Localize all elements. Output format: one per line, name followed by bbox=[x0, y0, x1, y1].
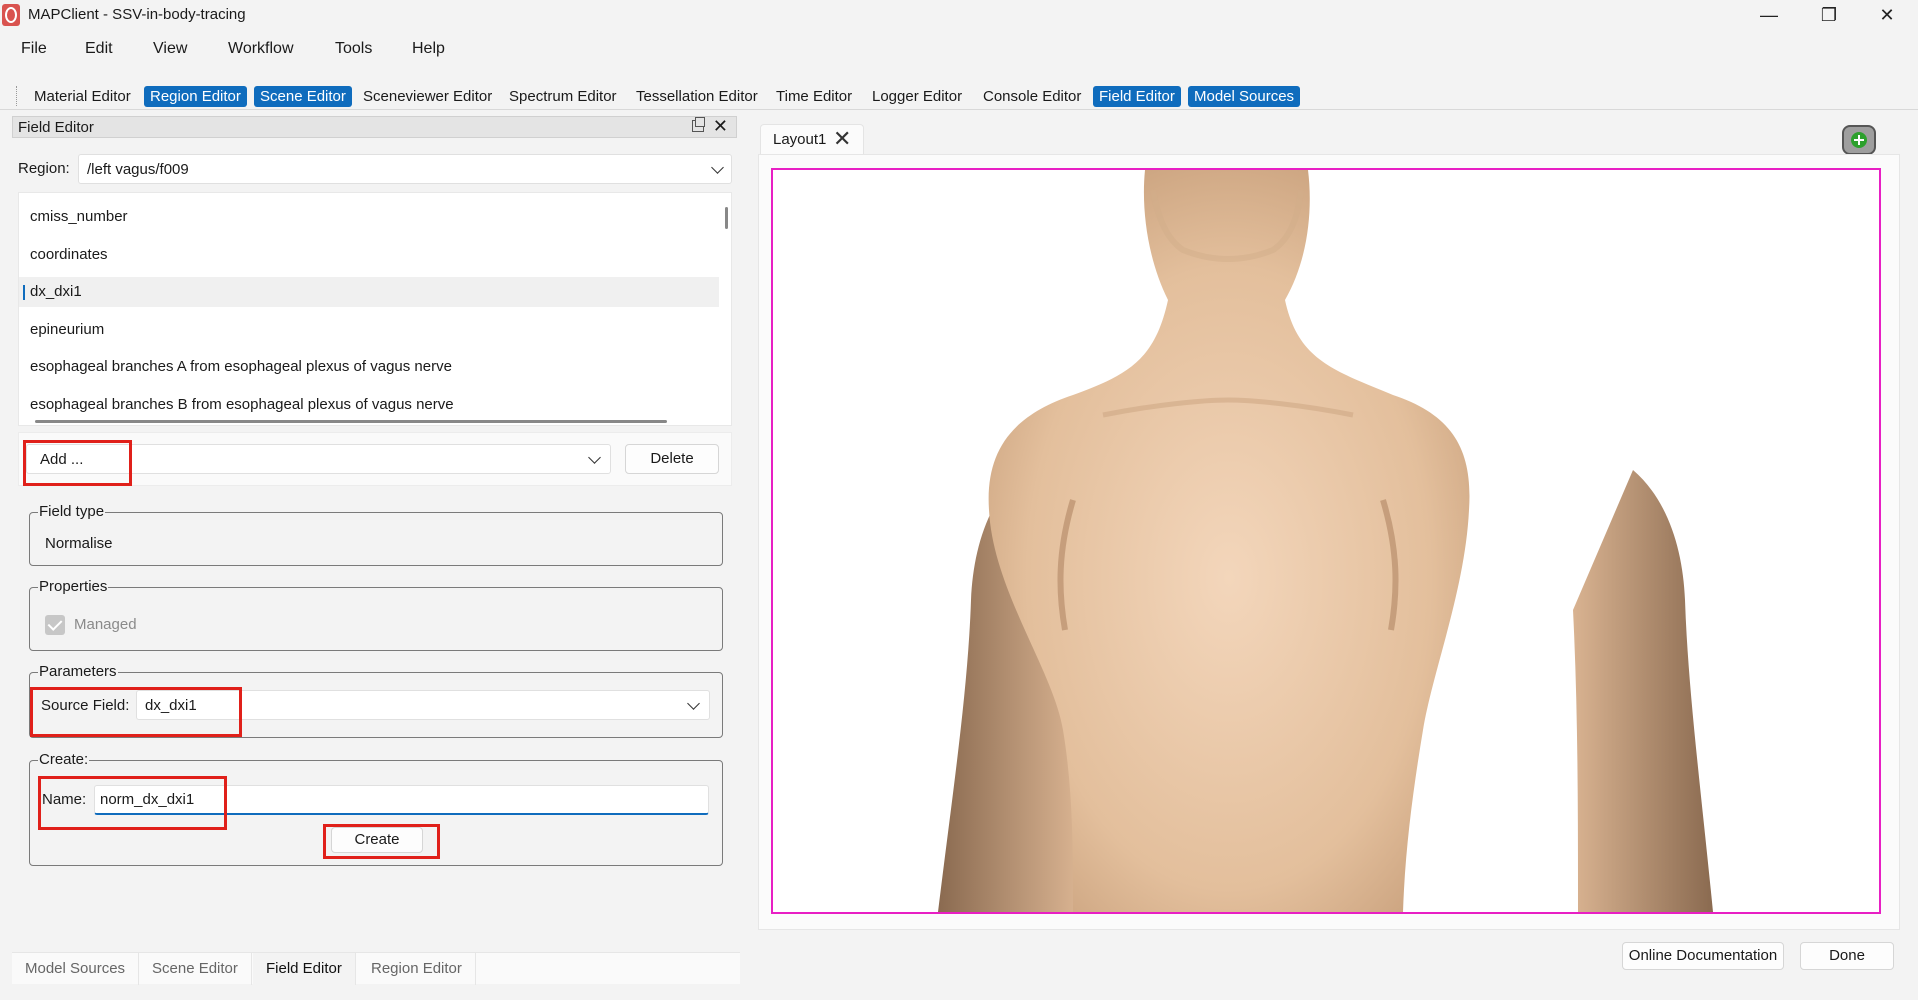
field-type-value: Normalise bbox=[45, 535, 113, 552]
tab-scene-editor[interactable]: Scene Editor bbox=[139, 953, 252, 985]
chevron-down-icon bbox=[711, 159, 724, 174]
parameters-group: Parameters Source Field: dx_dxi1 bbox=[29, 663, 723, 738]
toolbar-divider bbox=[0, 109, 1918, 110]
layout-tab-label: Layout1 bbox=[773, 131, 827, 148]
close-dock-icon[interactable]: ✕ bbox=[713, 116, 728, 137]
toolbar-time-editor[interactable]: Time Editor bbox=[770, 86, 858, 107]
tab-model-sources[interactable]: Model Sources bbox=[12, 953, 140, 985]
menu-workflow[interactable]: Workflow bbox=[228, 40, 294, 58]
region-row: Region: /left vagus/f009 bbox=[18, 154, 732, 186]
done-button[interactable]: Done bbox=[1800, 942, 1894, 970]
app-logo-icon bbox=[2, 4, 20, 26]
region-select-value: /left vagus/f009 bbox=[87, 161, 189, 178]
toolbar-scene-editor[interactable]: Scene Editor bbox=[254, 86, 352, 107]
horizontal-scrollbar[interactable] bbox=[35, 420, 667, 423]
float-dock-icon[interactable] bbox=[692, 117, 705, 132]
toolbar-sceneviewer-editor[interactable]: Sceneviewer Editor bbox=[357, 86, 498, 107]
menu-edit[interactable]: Edit bbox=[85, 40, 113, 58]
create-button[interactable]: Create bbox=[331, 827, 423, 853]
plus-icon bbox=[1851, 132, 1867, 148]
properties-title: Properties bbox=[38, 578, 109, 595]
properties-group: Properties Managed bbox=[29, 578, 723, 651]
tab-layout1[interactable]: Layout1 ✕ bbox=[760, 124, 864, 154]
window-title: MAPClient - SSV-in-body-tracing bbox=[28, 6, 246, 23]
toolbar-spectrum-editor[interactable]: Spectrum Editor bbox=[503, 86, 623, 107]
parameters-title: Parameters bbox=[38, 663, 118, 680]
list-item[interactable]: epineurium bbox=[19, 315, 719, 345]
toolbar-region-editor[interactable]: Region Editor bbox=[144, 86, 247, 107]
menu-tools[interactable]: Tools bbox=[335, 40, 372, 58]
region-label: Region: bbox=[18, 160, 70, 177]
add-layout-button[interactable] bbox=[1842, 125, 1876, 155]
close-icon[interactable]: ✕ bbox=[833, 126, 851, 152]
vertical-scrollbar[interactable] bbox=[725, 207, 728, 229]
field-editor-dock-header[interactable]: Field Editor ✕ bbox=[12, 116, 737, 138]
toolbar-material-editor[interactable]: Material Editor bbox=[28, 86, 137, 107]
title-bar: MAPClient - SSV-in-body-tracing — ❐ ✕ bbox=[0, 0, 1918, 30]
name-input-value: norm_dx_dxi1 bbox=[100, 791, 195, 808]
tab-region-editor[interactable]: Region Editor bbox=[358, 953, 476, 985]
menu-file[interactable]: File bbox=[21, 40, 47, 58]
menu-view[interactable]: View bbox=[153, 40, 187, 58]
field-type-group: Field type Normalise bbox=[29, 503, 723, 566]
create-title: Create: bbox=[38, 751, 90, 768]
list-item[interactable]: coordinates bbox=[19, 240, 719, 270]
managed-label: Managed bbox=[74, 616, 137, 633]
online-documentation-button[interactable]: Online Documentation bbox=[1622, 942, 1784, 970]
scene-viewport[interactable] bbox=[771, 168, 1881, 914]
delete-button[interactable]: Delete bbox=[625, 444, 719, 474]
list-item[interactable]: esophageal branches A from esophageal pl… bbox=[19, 352, 719, 382]
list-item-selected[interactable]: dx_dxi1 bbox=[19, 277, 719, 307]
field-list[interactable]: cmiss_number coordinates dx_dxi1 epineur… bbox=[18, 192, 732, 426]
name-label: Name: bbox=[42, 791, 87, 808]
toolbar-logger-editor[interactable]: Logger Editor bbox=[866, 86, 968, 107]
source-field-select-value: dx_dxi1 bbox=[145, 697, 197, 714]
source-field-select[interactable]: dx_dxi1 bbox=[136, 690, 710, 720]
bottom-dock-tabs: Model Sources Scene Editor Field Editor … bbox=[12, 952, 740, 985]
list-item[interactable]: esophageal branches B from esophageal pl… bbox=[19, 390, 719, 420]
chevron-down-icon bbox=[687, 695, 700, 710]
field-type-title: Field type bbox=[38, 503, 106, 520]
menu-help[interactable]: Help bbox=[412, 40, 445, 58]
list-item[interactable]: cmiss_number bbox=[19, 202, 719, 232]
restore-button[interactable]: ❐ bbox=[1800, 0, 1858, 30]
name-input[interactable]: norm_dx_dxi1 bbox=[94, 785, 709, 815]
create-group: Create: Name: norm_dx_dxi1 Create bbox=[29, 751, 723, 866]
toolbar-field-editor[interactable]: Field Editor bbox=[1093, 86, 1181, 107]
tab-field-editor[interactable]: Field Editor bbox=[253, 953, 356, 985]
minimize-button[interactable]: — bbox=[1740, 0, 1798, 30]
dock-title: Field Editor bbox=[18, 119, 94, 136]
source-field-label: Source Field: bbox=[41, 697, 130, 714]
editor-toolbar: Material Editor Region Editor Scene Edit… bbox=[0, 86, 1918, 108]
region-select[interactable]: /left vagus/f009 bbox=[78, 154, 732, 184]
menu-bar: File Edit View Workflow Tools Help bbox=[0, 34, 1918, 64]
chevron-down-icon bbox=[588, 449, 601, 464]
toolbar-console-editor[interactable]: Console Editor bbox=[977, 86, 1087, 107]
add-field-select[interactable]: Add ... bbox=[26, 444, 611, 474]
body-model-render bbox=[938, 170, 1713, 912]
add-field-select-value: Add ... bbox=[40, 451, 84, 468]
managed-checkbox[interactable] bbox=[45, 615, 65, 635]
toolbar-model-sources[interactable]: Model Sources bbox=[1188, 86, 1301, 107]
toolbar-tessellation-editor[interactable]: Tessellation Editor bbox=[630, 86, 764, 107]
close-window-button[interactable]: ✕ bbox=[1858, 0, 1916, 30]
toolbar-grip[interactable] bbox=[16, 86, 18, 106]
